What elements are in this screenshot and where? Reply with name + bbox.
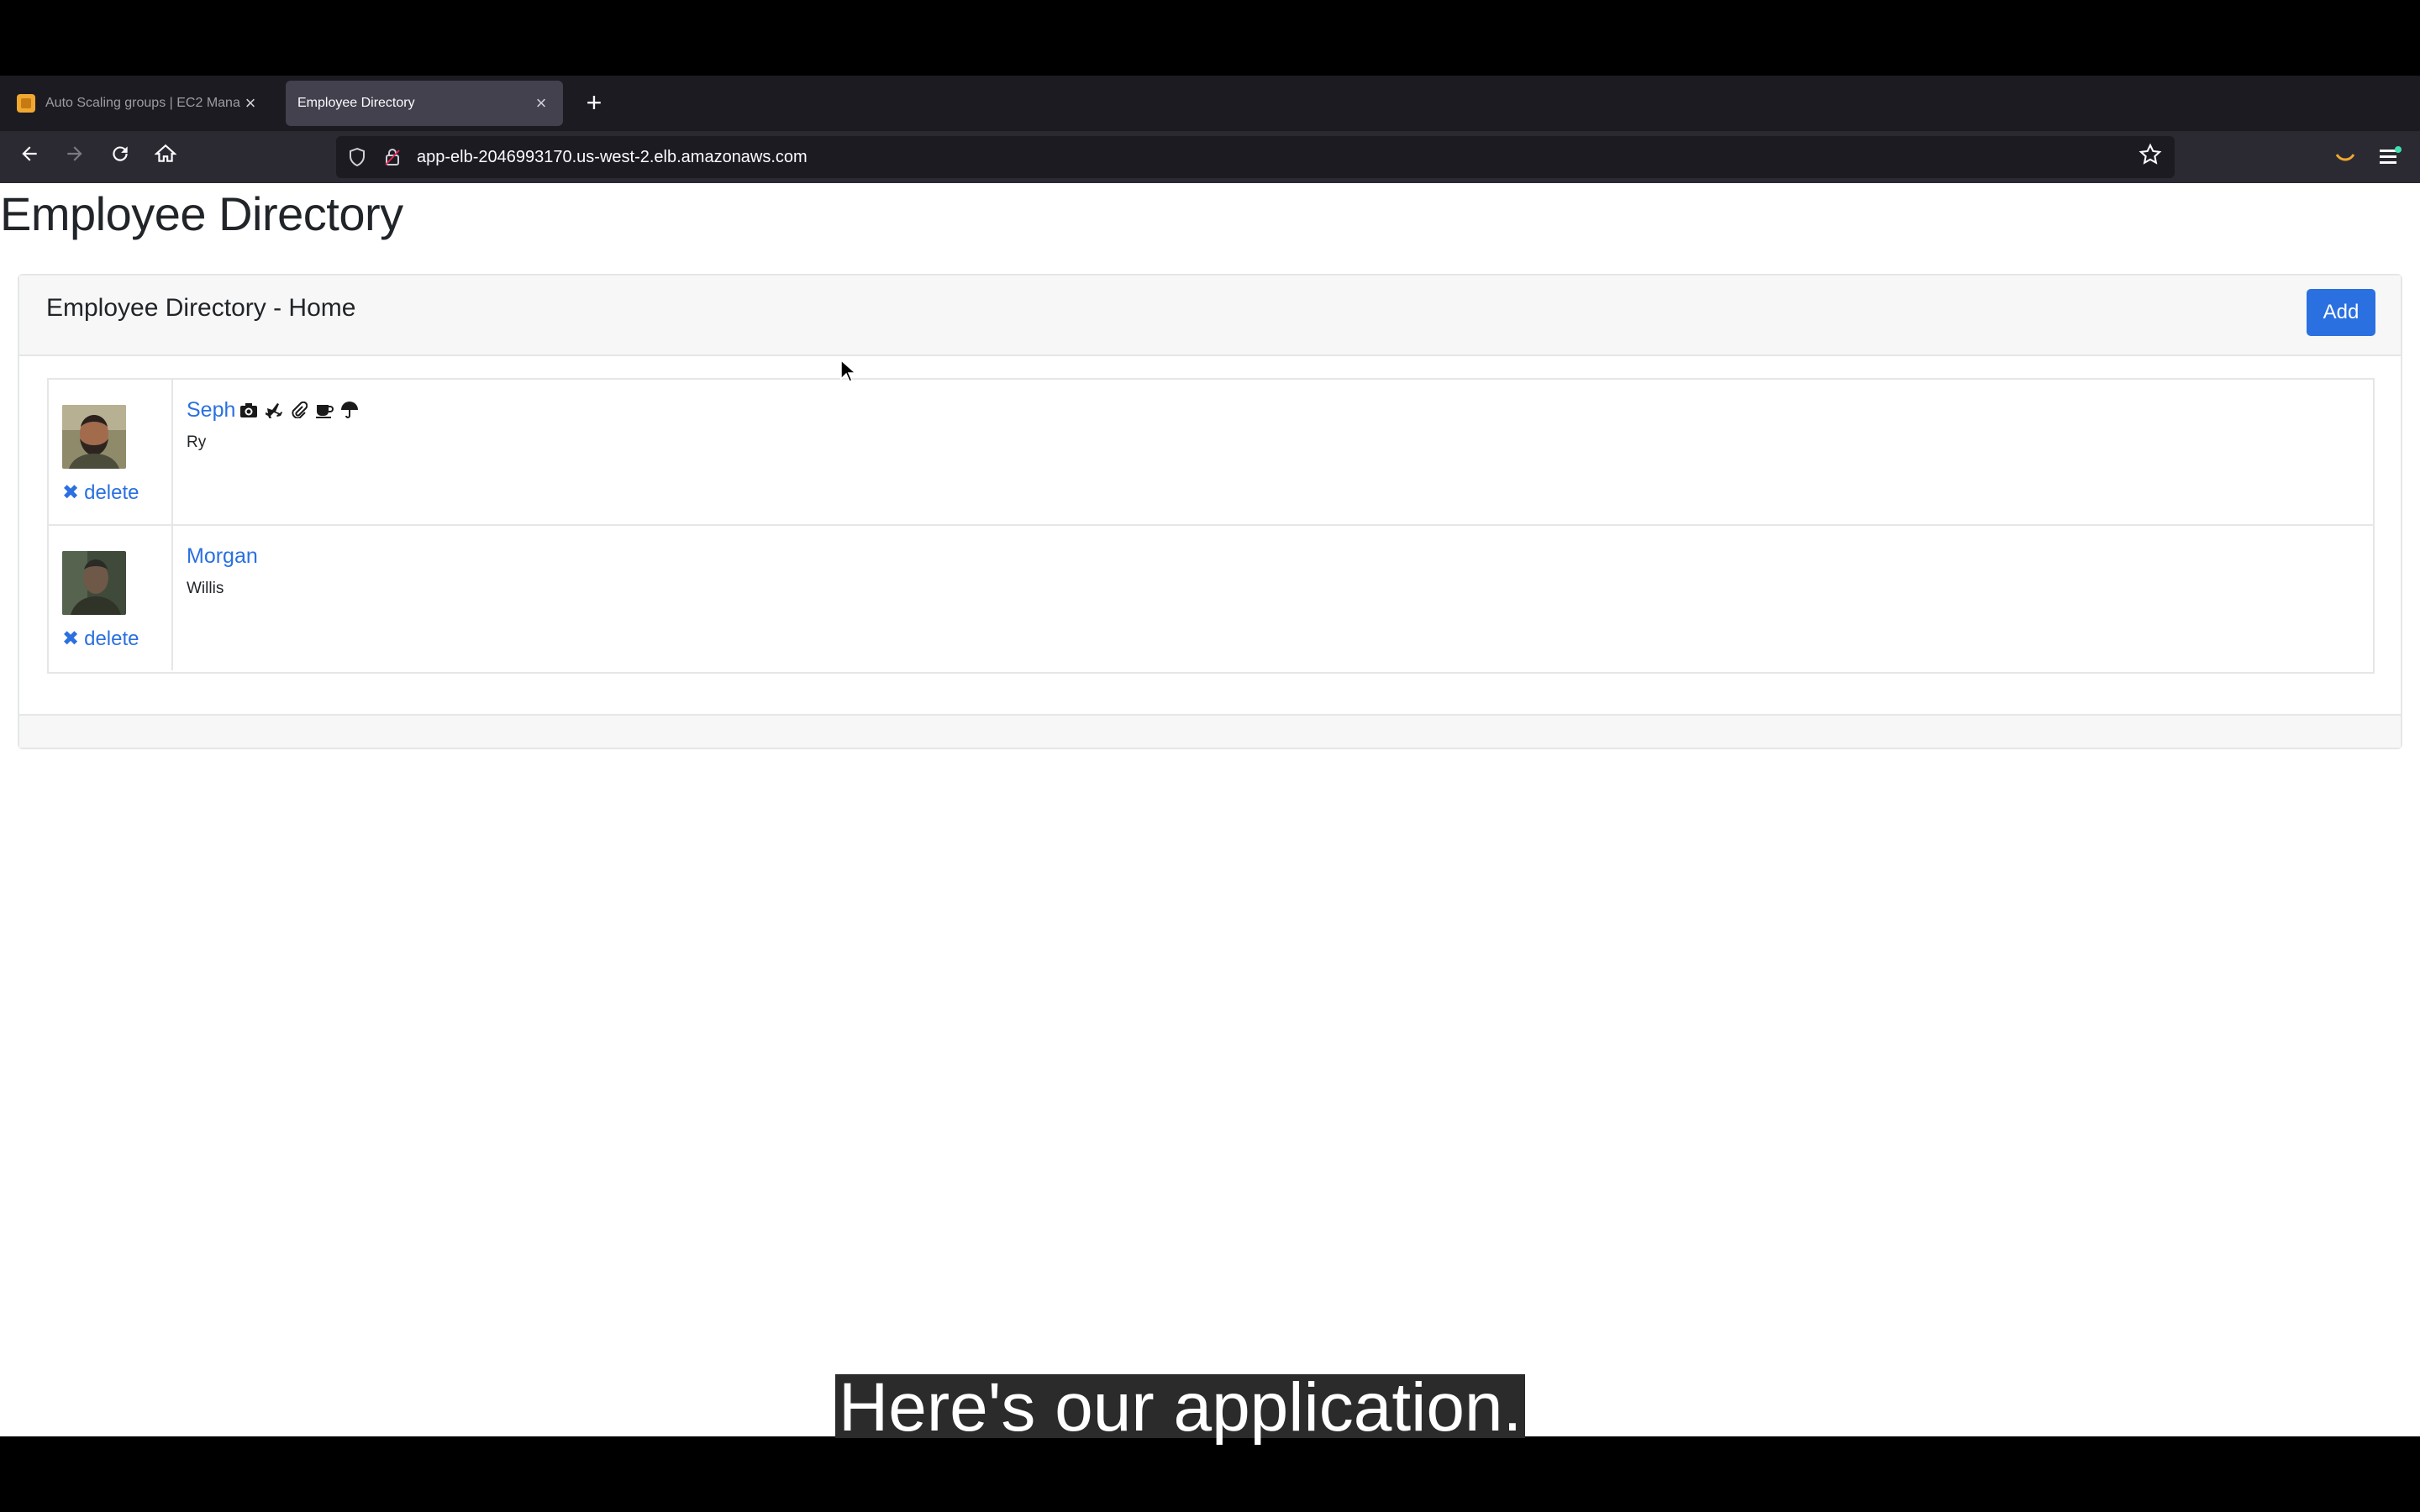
letterbox-top — [0, 0, 2420, 76]
tracking-shield-icon[interactable] — [345, 144, 370, 170]
forward-arrow-icon[interactable] — [57, 139, 92, 175]
plane-icon — [264, 400, 284, 420]
employee-photo — [62, 405, 126, 469]
bookmark-star-icon[interactable] — [2136, 143, 2165, 171]
delete-employee-link[interactable]: ✖ delete — [62, 627, 139, 651]
insecure-lock-icon[interactable] — [380, 144, 405, 170]
browser-navbar: app-elb-2046993170.us-west-2.elb.amazona… — [0, 131, 2420, 183]
camera-icon — [239, 400, 259, 420]
info-cell: Seph Ry — [173, 380, 2373, 524]
directory-card: Employee Directory - Home Add ✖ delete S… — [18, 274, 2402, 749]
page-viewport: Employee Directory Employee Directory - … — [0, 183, 2420, 1436]
delete-x-icon: ✖ — [62, 627, 80, 650]
delete-label: delete — [84, 481, 139, 504]
browser-tabstrip: Auto Scaling groups | EC2 Mana × Employe… — [0, 76, 2420, 131]
reload-icon[interactable] — [103, 139, 138, 175]
hamburger-menu-icon[interactable] — [2371, 139, 2407, 175]
employee-table: ✖ delete Seph Ry ✖ delete Morgan Willis — [47, 378, 2375, 674]
photo-cell: ✖ delete — [49, 380, 173, 524]
card-footer — [19, 714, 2401, 748]
delete-label: delete — [84, 627, 139, 650]
umbrella-icon — [339, 400, 360, 420]
extension-icon[interactable] — [2328, 139, 2363, 175]
card-header: Employee Directory - Home Add — [19, 276, 2401, 356]
home-icon[interactable] — [148, 139, 183, 175]
employee-subtitle: Willis — [187, 580, 224, 597]
video-caption: Here's our application. — [835, 1373, 1526, 1442]
coffee-icon — [314, 400, 334, 420]
info-cell: Morgan Willis — [173, 526, 2373, 670]
add-employee-button[interactable]: Add — [2307, 289, 2375, 336]
aws-favicon-icon — [17, 94, 35, 113]
new-tab-button[interactable]: + — [576, 86, 612, 121]
tab-employee-directory[interactable]: Employee Directory × — [286, 81, 563, 126]
letterbox-bottom — [0, 1436, 2420, 1512]
employee-badges — [239, 400, 360, 420]
employee-name-link[interactable]: Seph — [187, 398, 235, 423]
delete-x-icon: ✖ — [62, 481, 80, 504]
url-bar[interactable]: app-elb-2046993170.us-west-2.elb.amazona… — [336, 136, 2175, 178]
table-row: ✖ delete Morgan Willis — [49, 526, 2373, 672]
employee-subtitle: Ry — [187, 433, 207, 451]
delete-employee-link[interactable]: ✖ delete — [62, 480, 139, 505]
page-title: Employee Directory — [0, 187, 403, 240]
photo-cell: ✖ delete — [49, 526, 173, 670]
employee-name-link[interactable]: Morgan — [187, 544, 258, 569]
url-text[interactable]: app-elb-2046993170.us-west-2.elb.amazona… — [417, 148, 808, 167]
card-title: Employee Directory - Home — [46, 294, 356, 322]
mouse-cursor-icon — [840, 360, 857, 382]
close-tab-icon[interactable]: × — [240, 92, 260, 114]
employee-photo — [62, 551, 126, 615]
back-arrow-icon[interactable] — [12, 139, 47, 175]
tab-title: Auto Scaling groups | EC2 Mana — [45, 96, 240, 110]
update-dot-icon — [2395, 146, 2402, 153]
tab-title: Employee Directory — [297, 96, 415, 110]
table-row: ✖ delete Seph Ry — [49, 380, 2373, 526]
tab-auto-scaling-groups[interactable]: Auto Scaling groups | EC2 Mana × — [5, 81, 272, 126]
close-tab-icon[interactable]: × — [531, 92, 551, 114]
paperclip-icon — [289, 400, 309, 420]
